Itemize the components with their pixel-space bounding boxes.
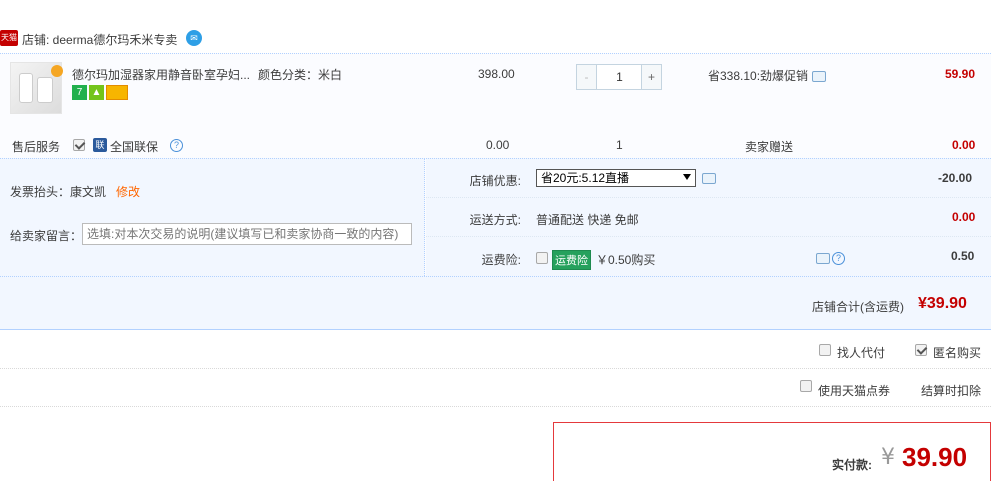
shop-sum-value: ¥39.90: [918, 295, 967, 312]
proxy-pay-checkbox[interactable]: [819, 344, 831, 356]
service-total: 0.00: [952, 138, 976, 152]
promo-info: 省338.10:劲爆促销: [708, 67, 827, 84]
insurance-value: 0.50: [951, 249, 975, 263]
product-thumbnail[interactable]: [10, 62, 63, 114]
comment-icon[interactable]: [702, 173, 716, 184]
invoice-label: 发票抬头：: [10, 185, 71, 199]
insurance-checkbox[interactable]: [536, 252, 548, 264]
service-qty: 1: [616, 138, 623, 152]
options-row-2: 使用天猫点券 结算时扣除: [0, 369, 991, 407]
seller-gift-label: 卖家赠送: [745, 140, 794, 154]
seller-note-label: 给卖家留言：: [10, 229, 83, 243]
shop-discount-value: -20.00: [938, 171, 973, 185]
tmall-points-checkbox[interactable]: [800, 380, 812, 392]
service-row: 售后服务 联 全国联保 ? 0.00 1 卖家赠送 0.00: [0, 130, 991, 158]
insurance-tag: 运费险: [552, 250, 591, 270]
item-row: 德尔玛加湿器家用静音卧室孕妇... 颜色分类：米白 7▲ 398.00 - + …: [0, 54, 991, 130]
service-price: 0.00: [486, 138, 510, 152]
settle-deduct-label: 结算时扣除: [921, 384, 982, 398]
quantity-decrease-button[interactable]: -: [577, 65, 597, 89]
item-total: 59.90: [945, 67, 976, 81]
tmall-points-label[interactable]: 使用天猫点券: [818, 382, 890, 399]
help-icon[interactable]: ?: [832, 252, 845, 265]
item-badges: 7 ▲: [72, 85, 130, 100]
comment-icon[interactable]: [812, 71, 827, 83]
payment-currency: ¥: [881, 445, 895, 470]
quantity-increase-button[interactable]: +: [641, 65, 661, 89]
unit-price: 398.00: [478, 67, 515, 81]
invoice-name: 康文凯: [70, 185, 107, 199]
chevron-down-icon: [683, 174, 691, 180]
promo-text: 省338.10:劲爆促销: [708, 69, 809, 83]
payment-amount: 39.90: [902, 442, 968, 472]
tmall-logo: 天猫: [0, 30, 18, 46]
shipping-row: 运送方式: 普通配送 快递 免邮 0.00: [426, 198, 991, 237]
service-checkbox[interactable]: [73, 138, 85, 151]
order-block: 德尔玛加湿器家用静音卧室孕妇... 颜色分类：米白 7▲ 398.00 - + …: [0, 53, 991, 330]
invoice-edit-link[interactable]: 修改: [116, 183, 140, 200]
quantity-stepper: - +: [576, 64, 662, 90]
shop-discount-row: 店铺优惠: 省20元:5.12直播 -20.00: [426, 159, 991, 198]
shop-sum-row: 店铺合计(含运费) ¥39.90: [0, 276, 991, 330]
android-icon[interactable]: ▲: [89, 85, 104, 100]
insurance-row: 运费险: 运费险 ￥0.50购买 ? 0.50: [426, 237, 991, 276]
shop-discount-select[interactable]: 省20元:5.12直播: [536, 169, 696, 187]
buyer-info-panel: 发票抬头： 康文凯 修改 给卖家留言：: [0, 158, 425, 276]
anonymous-label[interactable]: 匿名购买: [933, 344, 981, 361]
shipping-panel: 店铺优惠: 省20元:5.12直播 -20.00 运送方式: 普通配送 快递 免…: [426, 158, 991, 276]
options-row-1: 找人代付 匿名购买: [0, 331, 991, 369]
comment-icon[interactable]: [816, 253, 830, 264]
seller-note-input[interactable]: [82, 223, 412, 245]
shipping-value: 0.00: [952, 210, 976, 224]
shop-discount-label: 店铺优惠:: [469, 174, 521, 188]
service-label: 售后服务: [12, 140, 61, 154]
help-icon[interactable]: ?: [170, 139, 183, 152]
proxy-pay-label[interactable]: 找人代付: [837, 344, 885, 361]
insurance-price: ￥0.50购买: [596, 253, 656, 267]
national-warranty-icon: 联: [93, 138, 107, 152]
payment-label: 实付款:: [832, 458, 872, 472]
credit-card-icon[interactable]: [106, 85, 128, 100]
item-spec: 颜色分类：米白: [258, 68, 343, 82]
quantity-input[interactable]: [598, 65, 641, 89]
national-warranty-label: 全国联保: [110, 140, 159, 154]
shop-name-link[interactable]: 店铺: deerma德尔玛禾米专卖: [22, 31, 177, 48]
shop-sum-label: 店铺合计(含运费): [812, 300, 904, 314]
shop-header: 天猫 店铺: deerma德尔玛禾米专卖 ✉: [0, 28, 991, 52]
shop-discount-selected: 省20元:5.12直播: [541, 171, 630, 185]
shipping-method: 普通配送 快递 免邮: [536, 213, 639, 227]
item-title-link[interactable]: 德尔玛加湿器家用静音卧室孕妇...: [72, 66, 250, 83]
anonymous-checkbox[interactable]: [915, 344, 927, 356]
insurance-label: 运费险:: [481, 253, 521, 267]
seven-day-return-icon[interactable]: 7: [72, 85, 87, 100]
shipping-label: 运送方式:: [469, 213, 521, 227]
payment-box: 实付款: ¥ 39.90: [553, 422, 991, 481]
wangwang-chat-icon[interactable]: ✉: [186, 30, 202, 46]
